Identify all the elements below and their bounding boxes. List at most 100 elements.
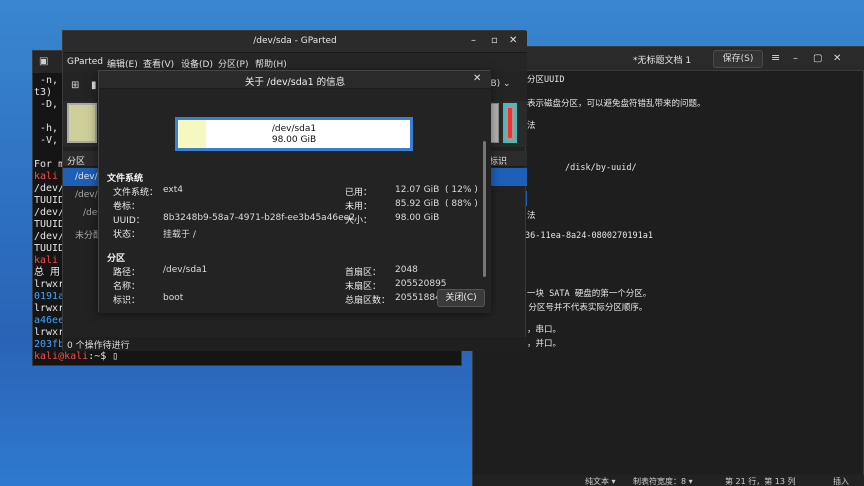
new-partition-icon[interactable]: ⊞ bbox=[71, 80, 79, 91]
fs-type-value: ext4 bbox=[163, 185, 183, 195]
path-value: /dev/sda1 bbox=[163, 265, 208, 275]
terminal-line: TUUID bbox=[34, 195, 62, 206]
text-editor-window: ▣ *无标题文档 1 保存(S) ≡ – ▢ ✕ 分区UUID 表示磁盘分区，可… bbox=[472, 46, 864, 486]
fs-type-label: 文件系统： bbox=[113, 188, 159, 198]
terminal-line: kali bbox=[34, 255, 59, 266]
terminal-line: a46ee bbox=[34, 315, 62, 326]
editor-line: 分区UUID bbox=[527, 75, 565, 85]
editor-text-area[interactable]: 分区UUID 表示磁盘分区，可以避免盘符错乱带来的问题。 法 /disk/by-… bbox=[473, 71, 864, 471]
terminal-line: lrwxr bbox=[34, 279, 62, 290]
flags-label: 标识： bbox=[113, 296, 141, 306]
terminal-line: 总 用 量 bbox=[34, 267, 61, 278]
terminal-prompt[interactable]: kali@kali:~$ ▯ bbox=[34, 351, 118, 362]
editor-line: ，串口。 bbox=[527, 325, 562, 335]
terminal-line: 203fb bbox=[34, 339, 62, 350]
terminal-line: For m bbox=[34, 159, 62, 170]
gparted-menubar: GParted 编辑(E) 查看(V) 设备(D) 分区(P) 帮助(H) bbox=[63, 53, 527, 71]
flags-value: boot bbox=[163, 293, 184, 303]
partition-graph-sda1[interactable] bbox=[67, 103, 97, 143]
unused-value: 85.92 GiB bbox=[395, 199, 440, 209]
total-sectors-label: 总扇区数： bbox=[345, 296, 391, 306]
terminal-line: -n, bbox=[34, 75, 59, 86]
editor-line: 法 bbox=[527, 121, 536, 131]
editor-line: 36-11ea-8a24-0800270191a1 bbox=[525, 231, 653, 241]
close-icon[interactable]: ✕ bbox=[833, 53, 841, 64]
uuid-label: UUID： bbox=[113, 216, 145, 226]
first-sector-label: 首扇区： bbox=[345, 268, 382, 278]
cursor-position: 第 21 行，第 13 列 bbox=[725, 477, 796, 486]
dialog-body: /dev/sda1 98.00 GiB 文件系统 文件系统： ext4 卷标： … bbox=[99, 89, 491, 313]
close-button[interactable]: 关闭(C) bbox=[437, 289, 485, 307]
terminal-line: TUUID bbox=[34, 243, 62, 254]
filesystem-section-title: 文件系统 bbox=[107, 174, 144, 184]
gparted-title: /dev/sda - GParted bbox=[253, 36, 337, 46]
terminal-line: /dev/ bbox=[34, 231, 62, 242]
header-flags[interactable]: 标识 bbox=[489, 154, 507, 167]
minimize-icon[interactable]: – bbox=[793, 53, 798, 64]
editor-statusbar: 纯文本 ▾ 制表符宽度：8 ▾ 第 21 行，第 13 列 插入 bbox=[473, 475, 864, 486]
save-button[interactable]: 保存(S) bbox=[713, 50, 763, 68]
menu-device[interactable]: 设备(D) bbox=[181, 57, 213, 70]
close-icon[interactable]: ✕ bbox=[509, 35, 517, 46]
editor-line: 一块 SATA 硬盘的第一个分区。 bbox=[527, 289, 652, 299]
terminal-line: TUUID bbox=[34, 219, 62, 230]
name-label: 名称： bbox=[113, 282, 141, 292]
terminal-line: /dev/ bbox=[34, 183, 62, 194]
path-label: 路径： bbox=[113, 268, 141, 278]
last-sector-value: 205520895 bbox=[395, 279, 447, 289]
terminal-line: -V, bbox=[34, 135, 59, 146]
status-label: 状态： bbox=[113, 230, 141, 240]
menu-partition[interactable]: 分区(P) bbox=[218, 57, 248, 70]
minimize-icon[interactable]: – bbox=[471, 35, 476, 46]
terminal-line: lrwxr bbox=[34, 303, 62, 314]
tab-width-dropdown[interactable]: 制表符宽度：8 ▾ bbox=[633, 476, 693, 486]
pin-icon[interactable]: ▣ bbox=[39, 56, 48, 67]
terminal-line: -D, bbox=[34, 99, 59, 110]
editor-titlebar: ▣ *无标题文档 1 保存(S) ≡ – ▢ ✕ bbox=[473, 47, 864, 71]
partition-graph-selected[interactable] bbox=[503, 103, 517, 143]
insert-mode: 插入 bbox=[833, 477, 849, 486]
gparted-statusbar: 0 个操作待进行 bbox=[63, 337, 527, 351]
dialog-titlebar: 关于 /dev/sda1 的信息 ✕ bbox=[99, 71, 491, 89]
delete-partition-icon[interactable]: ▮ bbox=[91, 80, 97, 91]
menu-help[interactable]: 帮助(H) bbox=[255, 57, 287, 70]
size-value: 98.00 GiB bbox=[395, 213, 440, 223]
menu-gparted[interactable]: GParted bbox=[67, 57, 103, 67]
partition-info-dialog: 关于 /dev/sda1 的信息 ✕ /dev/sda1 98.00 GiB 文… bbox=[98, 70, 491, 313]
header-partition[interactable]: 分区 bbox=[67, 154, 85, 167]
terminal-line: kali bbox=[34, 171, 59, 182]
close-icon[interactable]: ✕ bbox=[473, 73, 481, 84]
last-sector-label: 末扇区： bbox=[345, 282, 382, 292]
maximize-icon[interactable]: ▫ bbox=[491, 35, 498, 46]
size-label: 大小： bbox=[345, 216, 373, 226]
terminal-line: 0191a bbox=[34, 291, 62, 302]
terminal-line: /dev/ bbox=[34, 207, 62, 218]
partition-section-title: 分区 bbox=[107, 254, 126, 264]
used-label: 已用： bbox=[345, 188, 373, 198]
terminal-line: t3) bbox=[34, 87, 53, 98]
format-dropdown[interactable]: 纯文本 ▾ bbox=[585, 476, 616, 486]
terminal-line: lrwxr bbox=[34, 327, 62, 338]
menu-view[interactable]: 查看(V) bbox=[143, 57, 174, 70]
partition-name: /dev/sda1 bbox=[271, 124, 317, 134]
dialog-scrollbar[interactable] bbox=[483, 141, 486, 277]
editor-line: /disk/by-uuid/ bbox=[565, 163, 637, 173]
pending-operations: 0 个操作待进行 bbox=[67, 341, 130, 351]
used-value: 12.07 GiB bbox=[395, 185, 440, 195]
terminal-output[interactable]: -n, t3) -D, -h, -V, For m kali/dev/TUUID/d… bbox=[34, 75, 62, 351]
hamburger-menu-icon[interactable]: ≡ bbox=[771, 51, 780, 64]
editor-line: 法 bbox=[527, 211, 536, 221]
editor-line: 表示磁盘分区，可以避免盘符错乱带来的问题。 bbox=[527, 99, 706, 109]
menu-edit[interactable]: 编辑(E) bbox=[107, 57, 138, 70]
maximize-icon[interactable]: ▢ bbox=[813, 53, 822, 64]
unused-percent: ( 88% ) bbox=[445, 199, 478, 209]
editor-line: ，并口。 bbox=[527, 339, 562, 349]
editor-line: n] 分区号并不代表实际分区顺序。 bbox=[513, 303, 648, 313]
unused-label: 未用： bbox=[345, 202, 373, 212]
partition-usage-box: /dev/sda1 98.00 GiB bbox=[175, 117, 413, 151]
partition-size: 98.00 GiB bbox=[271, 135, 317, 145]
editor-title: *无标题文档 1 bbox=[633, 56, 692, 66]
dialog-title: 关于 /dev/sda1 的信息 bbox=[244, 77, 346, 88]
